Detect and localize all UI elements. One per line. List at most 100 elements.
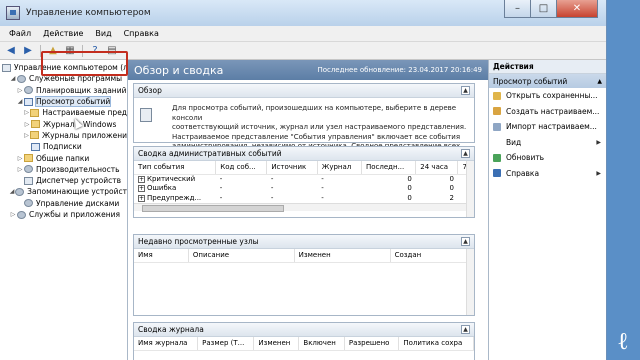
- tree-item[interactable]: ▷ Планировщик заданий: [0, 85, 127, 96]
- horizontal-scrollbar[interactable]: [134, 202, 474, 212]
- column-header[interactable]: Последн...: [361, 161, 417, 175]
- tree-item-label: Просмотр событий: [34, 96, 112, 108]
- expand-arrow-icon[interactable]: ▷: [16, 155, 24, 162]
- collapse-icon[interactable]: ▲: [461, 237, 470, 246]
- column-header[interactable]: Размер (Т...: [197, 337, 255, 351]
- column-header[interactable]: Политика сохра: [398, 337, 474, 351]
- action-item[interactable]: Справка ▶: [489, 166, 606, 182]
- column-header[interactable]: 24 часа: [415, 161, 459, 175]
- tree-item[interactable]: Управление дисками: [0, 198, 127, 209]
- menu-action[interactable]: Действие: [37, 29, 89, 38]
- tree-item[interactable]: ▷ Настраиваемые пред: [0, 107, 127, 118]
- actions-subheader[interactable]: Просмотр событий ▲: [489, 74, 606, 88]
- action-label: Вид: [506, 137, 522, 147]
- computer-icon: [2, 63, 11, 72]
- tree-item[interactable]: ◢ Просмотр событий: [0, 96, 127, 108]
- close-button[interactable]: ✕: [556, 0, 598, 18]
- tree-item[interactable]: ▷ Журналы Windows: [0, 118, 127, 129]
- column-header[interactable]: Создан: [390, 249, 475, 263]
- action-item[interactable]: Обновить: [489, 150, 606, 166]
- action-label: Импорт настраиваем...: [506, 122, 597, 132]
- expand-plus-icon[interactable]: +: [138, 194, 145, 202]
- menu-help[interactable]: Справка: [118, 29, 165, 38]
- collapse-icon[interactable]: ▲: [461, 86, 470, 95]
- tree-item-label: Производительность: [36, 164, 120, 174]
- admin-events-header[interactable]: Сводка административных событий ▲: [134, 147, 474, 161]
- expand-arrow-icon[interactable]: ▷: [23, 121, 31, 128]
- collapse-icon[interactable]: ▲: [461, 149, 470, 158]
- expand-arrow-icon[interactable]: ▷: [16, 166, 24, 173]
- vertical-scrollbar[interactable]: [466, 249, 474, 315]
- column-header[interactable]: Источник: [266, 161, 318, 175]
- table-cell: -: [219, 184, 223, 193]
- minimize-button[interactable]: –: [504, 0, 530, 18]
- expand-arrow-icon[interactable]: ◢: [16, 98, 24, 105]
- column-header[interactable]: Описание: [188, 249, 295, 263]
- log-icon: [31, 142, 40, 151]
- action-item[interactable]: Открыть сохраненны...: [489, 88, 606, 104]
- window-title: Управление компьютером: [26, 8, 151, 18]
- forward-icon[interactable]: ▶: [21, 44, 35, 58]
- tree-item[interactable]: Диспетчер устройств: [0, 175, 127, 186]
- folder-icon: [30, 131, 40, 140]
- folder-icon: [24, 154, 33, 163]
- collapse-icon[interactable]: ▲: [597, 78, 602, 85]
- vertical-scrollbar[interactable]: [466, 161, 474, 217]
- column-header[interactable]: Тип события: [134, 161, 217, 175]
- action-item[interactable]: Вид ▶: [489, 135, 606, 151]
- tree-item[interactable]: ▷ Общие папки: [0, 152, 127, 163]
- expand-arrow-icon[interactable]: ◢: [9, 75, 17, 82]
- table-cell: -: [219, 175, 223, 183]
- overview-line: Настраиваемое представление "События упр…: [172, 132, 461, 141]
- collapse-icon[interactable]: ▲: [461, 325, 470, 334]
- action-item[interactable]: Создать настраиваем...: [489, 104, 606, 120]
- tree-item[interactable]: ▷ Журналы приложени: [0, 130, 127, 141]
- table-cell: 2: [449, 193, 454, 202]
- recent-nodes-table: Имя Описание Изменен Создан: [134, 249, 475, 263]
- expand-arrow-icon[interactable]: ▷: [23, 109, 30, 116]
- expand-plus-icon[interactable]: +: [138, 185, 145, 193]
- column-header[interactable]: Код соб...: [215, 161, 268, 175]
- actions-list: Открыть сохраненны... Создать настраиваем…: [489, 88, 606, 181]
- folder-icon: [31, 120, 40, 129]
- maximize-button[interactable]: □: [530, 0, 556, 18]
- column-header[interactable]: Журнал: [317, 161, 362, 175]
- tree-item-label: Планировщик заданий: [36, 85, 127, 95]
- menu-file[interactable]: Файл: [3, 29, 37, 38]
- title-bar[interactable]: Управление компьютером – □ ✕: [0, 0, 606, 26]
- menu-view[interactable]: Вид: [89, 29, 117, 38]
- tree-item-label: Службы и приложения: [29, 210, 120, 219]
- folder-icon: [30, 108, 40, 117]
- tree-item[interactable]: ◢ Запоминающие устройст: [0, 186, 127, 197]
- expand-arrow-icon[interactable]: ▷: [9, 211, 17, 218]
- log-summary-section: Сводка журнала ▲ Имя журнала Размер (Т...…: [133, 322, 475, 360]
- column-header[interactable]: Включен: [298, 337, 345, 351]
- action-icon: [493, 169, 501, 178]
- tree-item[interactable]: ▷ Службы и приложения: [0, 209, 127, 220]
- recent-nodes-header[interactable]: Недавно просмотренные узлы ▲: [134, 235, 474, 249]
- column-header[interactable]: Изменен: [294, 249, 391, 263]
- table-row[interactable]: + Предупрежд... - - -0 2: [134, 193, 474, 203]
- back-icon[interactable]: ◀: [4, 44, 18, 58]
- table-row[interactable]: + Ошибка - - -0 0: [134, 184, 474, 194]
- console-tree: Управление компьютером (л ◢ Служебные прог…: [0, 60, 128, 360]
- column-header[interactable]: Разрешено: [344, 337, 400, 351]
- log-summary-header[interactable]: Сводка журнала ▲: [134, 323, 474, 337]
- action-item[interactable]: Импорт настраиваем...: [489, 119, 606, 135]
- table-row[interactable]: + Критический - - -0 0: [134, 174, 474, 184]
- tree-item[interactable]: Подписки: [0, 141, 127, 152]
- overview-header[interactable]: Обзор ▲: [134, 84, 474, 98]
- column-header[interactable]: Изменен: [253, 337, 300, 351]
- event-type-label: Критический: [147, 175, 196, 183]
- expand-plus-icon[interactable]: +: [138, 176, 145, 183]
- overview-line: Для просмотра событий, произошедших на к…: [172, 104, 457, 122]
- table-cell: -: [270, 175, 274, 183]
- column-header[interactable]: Имя журнала: [134, 337, 199, 351]
- recent-nodes-section: Недавно просмотренные узлы ▲ Имя Описание…: [133, 234, 475, 316]
- tree-item[interactable]: ▷ Производительность: [0, 164, 127, 175]
- action-label: Создать настраиваем...: [506, 106, 600, 116]
- expand-arrow-icon[interactable]: ▷: [16, 87, 24, 94]
- column-header[interactable]: Имя: [134, 249, 189, 263]
- table-cell: -: [219, 193, 223, 202]
- expand-arrow-icon[interactable]: ▷: [23, 132, 30, 139]
